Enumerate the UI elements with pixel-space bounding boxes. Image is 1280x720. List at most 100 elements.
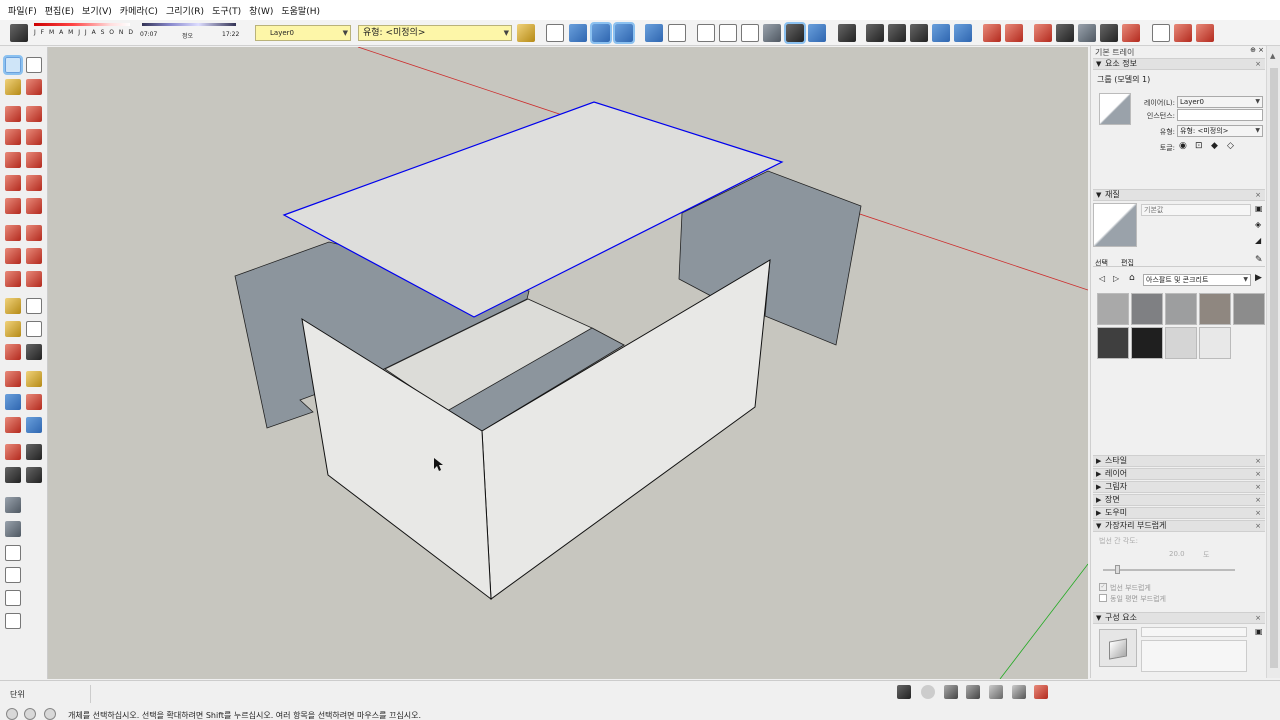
tape-measure-icon[interactable] bbox=[5, 298, 21, 314]
ruby-status-icon[interactable] bbox=[1034, 685, 1048, 699]
scenes-section-header[interactable]: ▶ 장면 × bbox=[1093, 494, 1265, 506]
flip-edge-icon[interactable] bbox=[1122, 24, 1140, 42]
line-tool-icon[interactable] bbox=[5, 106, 21, 122]
component-warehouse-icon[interactable] bbox=[5, 521, 21, 537]
section-plane-icon[interactable] bbox=[26, 467, 42, 483]
receive-shadow-icon[interactable]: ◆ bbox=[1211, 141, 1218, 151]
tray-scrollbar[interactable]: ▲ bbox=[1266, 46, 1280, 678]
material-library-dropdown[interactable]: 아스팔트 및 콘크리트 ▼ bbox=[1143, 274, 1251, 286]
share-component-icon[interactable] bbox=[888, 24, 906, 42]
front-view-icon[interactable] bbox=[590, 22, 612, 44]
share-status-icon[interactable] bbox=[944, 685, 958, 699]
default-material-icon[interactable]: ◢ bbox=[1255, 236, 1261, 245]
look-around-icon[interactable] bbox=[26, 444, 42, 460]
rectangle-tool-icon[interactable] bbox=[5, 129, 21, 145]
position-camera-icon[interactable] bbox=[5, 444, 21, 460]
solar-north-icon[interactable] bbox=[1152, 24, 1170, 42]
create-material-icon[interactable]: ▣ bbox=[1255, 204, 1263, 213]
material-swatch[interactable] bbox=[1165, 327, 1197, 359]
menu-edit[interactable]: 편집(E) bbox=[41, 4, 78, 17]
roof-house-icon[interactable] bbox=[5, 567, 21, 583]
back-view-icon[interactable] bbox=[645, 24, 663, 42]
user-status-icon[interactable] bbox=[44, 708, 56, 720]
xray-style-icon[interactable] bbox=[697, 24, 715, 42]
menu-camera[interactable]: 카메라(C) bbox=[116, 4, 162, 17]
close-icon[interactable]: × bbox=[1255, 469, 1261, 479]
house-icon[interactable] bbox=[5, 545, 21, 561]
sample-paint-icon[interactable]: ◈ bbox=[1255, 220, 1261, 229]
close-icon[interactable]: × bbox=[1255, 495, 1261, 505]
model-viewport[interactable] bbox=[48, 47, 1088, 679]
material-swatch[interactable] bbox=[1233, 293, 1265, 325]
close-icon[interactable]: × bbox=[1255, 521, 1261, 531]
cast-shadow-icon[interactable]: ◇ bbox=[1227, 141, 1234, 151]
component-options-icon[interactable]: ▣ bbox=[1255, 627, 1263, 636]
three-point-arc-icon[interactable] bbox=[5, 198, 21, 214]
geo-location-status-icon[interactable] bbox=[6, 708, 18, 720]
model-scene[interactable] bbox=[48, 47, 1088, 679]
two-point-arc-icon[interactable] bbox=[26, 175, 42, 191]
forward-arrow-icon[interactable]: ▷ bbox=[1113, 274, 1119, 283]
axes-tool-icon[interactable] bbox=[5, 344, 21, 360]
component-description-field[interactable] bbox=[1141, 640, 1247, 672]
close-icon[interactable]: × bbox=[1255, 482, 1261, 492]
ruby-console-icon[interactable] bbox=[1174, 24, 1192, 42]
move-tool-icon[interactable] bbox=[5, 225, 21, 241]
component-options-icon[interactable] bbox=[517, 24, 535, 42]
sandbox-contours-icon[interactable] bbox=[983, 24, 1001, 42]
follow-me-icon[interactable] bbox=[26, 248, 42, 264]
previous-view-icon[interactable] bbox=[26, 417, 42, 433]
soften-edges-header[interactable]: ▼ 가장자리 부드럽게 × bbox=[1093, 520, 1265, 532]
material-swatch[interactable] bbox=[1199, 293, 1231, 325]
close-icon[interactable]: × bbox=[1255, 59, 1261, 69]
extension-warehouse-icon[interactable] bbox=[910, 24, 928, 42]
pin-icon[interactable]: ⊕ bbox=[1250, 46, 1256, 54]
walk-tool-icon[interactable] bbox=[5, 467, 21, 483]
menu-tools[interactable]: 도구(T) bbox=[208, 4, 245, 17]
shadow-toggle-icon[interactable] bbox=[10, 24, 28, 42]
shaded-style-icon[interactable] bbox=[763, 24, 781, 42]
styles-section-header[interactable]: ▶ 스타일 × bbox=[1093, 455, 1265, 467]
shaded-texture-style-icon[interactable] bbox=[784, 22, 806, 44]
stamp-icon[interactable] bbox=[1056, 24, 1074, 42]
drape-icon[interactable] bbox=[1078, 24, 1096, 42]
info-status-icon[interactable] bbox=[24, 708, 36, 720]
sandbox-scratch-icon[interactable] bbox=[1005, 24, 1023, 42]
show-terrain-icon[interactable] bbox=[954, 24, 972, 42]
material-swatch[interactable] bbox=[1097, 327, 1129, 359]
coplanar-checkbox[interactable] bbox=[1099, 594, 1107, 602]
pan-tool-icon[interactable] bbox=[26, 371, 42, 387]
warehouse-status-icon[interactable] bbox=[897, 685, 911, 699]
home-icon[interactable]: ⌂ bbox=[1129, 273, 1135, 283]
flip-status-icon[interactable] bbox=[1012, 685, 1026, 699]
close-icon[interactable]: × bbox=[1258, 46, 1264, 54]
instance-input[interactable] bbox=[1177, 109, 1263, 121]
menu-view[interactable]: 보기(V) bbox=[78, 4, 116, 17]
top-view-icon[interactable] bbox=[569, 24, 587, 42]
close-icon[interactable]: × bbox=[1255, 190, 1261, 200]
details-arrow-icon[interactable]: ▶ bbox=[1255, 273, 1262, 283]
month-slider[interactable] bbox=[34, 23, 130, 26]
instructor-section-header[interactable]: ▶ 도우미 × bbox=[1093, 507, 1265, 519]
geo-location-icon[interactable] bbox=[932, 24, 950, 42]
extension-manager-icon[interactable] bbox=[1196, 24, 1214, 42]
eyedropper-icon[interactable]: ✎ bbox=[1255, 255, 1263, 265]
dimension-tool-icon[interactable] bbox=[26, 298, 42, 314]
freehand-tool-icon[interactable] bbox=[26, 106, 42, 122]
entity-layer-dropdown[interactable]: Layer0 ▼ bbox=[1177, 96, 1263, 108]
geo-status-icon[interactable] bbox=[966, 685, 980, 699]
right-view-icon[interactable] bbox=[613, 22, 635, 44]
back-arrow-icon[interactable]: ◁ bbox=[1099, 274, 1105, 283]
zoom-window-icon[interactable] bbox=[26, 394, 42, 410]
paint-bucket-icon[interactable] bbox=[5, 79, 21, 95]
menu-help[interactable]: 도움말(H) bbox=[277, 4, 324, 17]
iso-view-icon[interactable] bbox=[546, 24, 564, 42]
share-model-icon[interactable] bbox=[866, 24, 884, 42]
warehouse-side-icon[interactable] bbox=[5, 497, 21, 513]
orbit-tool-icon[interactable] bbox=[5, 371, 21, 387]
material-swatch[interactable] bbox=[1131, 327, 1163, 359]
material-swatch[interactable] bbox=[1131, 293, 1163, 325]
credits-icon[interactable] bbox=[921, 685, 935, 699]
zoom-tool-icon[interactable] bbox=[5, 394, 21, 410]
component-name-field[interactable] bbox=[1141, 627, 1247, 637]
